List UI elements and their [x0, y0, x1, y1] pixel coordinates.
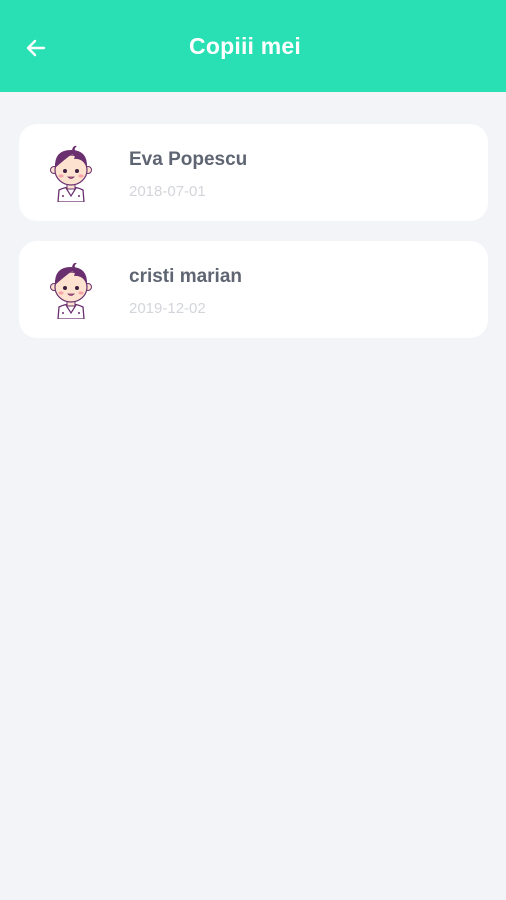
child-name: cristi marian	[129, 266, 242, 287]
child-card[interactable]: cristi marian 2019-12-02	[19, 241, 488, 338]
children-list: Eva Popescu 2018-07-01 cristi marian 201…	[19, 124, 488, 358]
child-birthdate: 2018-07-01	[129, 183, 206, 200]
child-avatar-icon	[50, 262, 92, 319]
app-header: Copiii mei	[0, 0, 506, 92]
child-birthdate: 2019-12-02	[129, 300, 206, 317]
child-name: Eva Popescu	[129, 149, 248, 170]
child-avatar-icon	[50, 145, 92, 202]
page-title: Copiii mei	[189, 33, 301, 59]
child-card[interactable]: Eva Popescu 2018-07-01	[19, 124, 488, 221]
